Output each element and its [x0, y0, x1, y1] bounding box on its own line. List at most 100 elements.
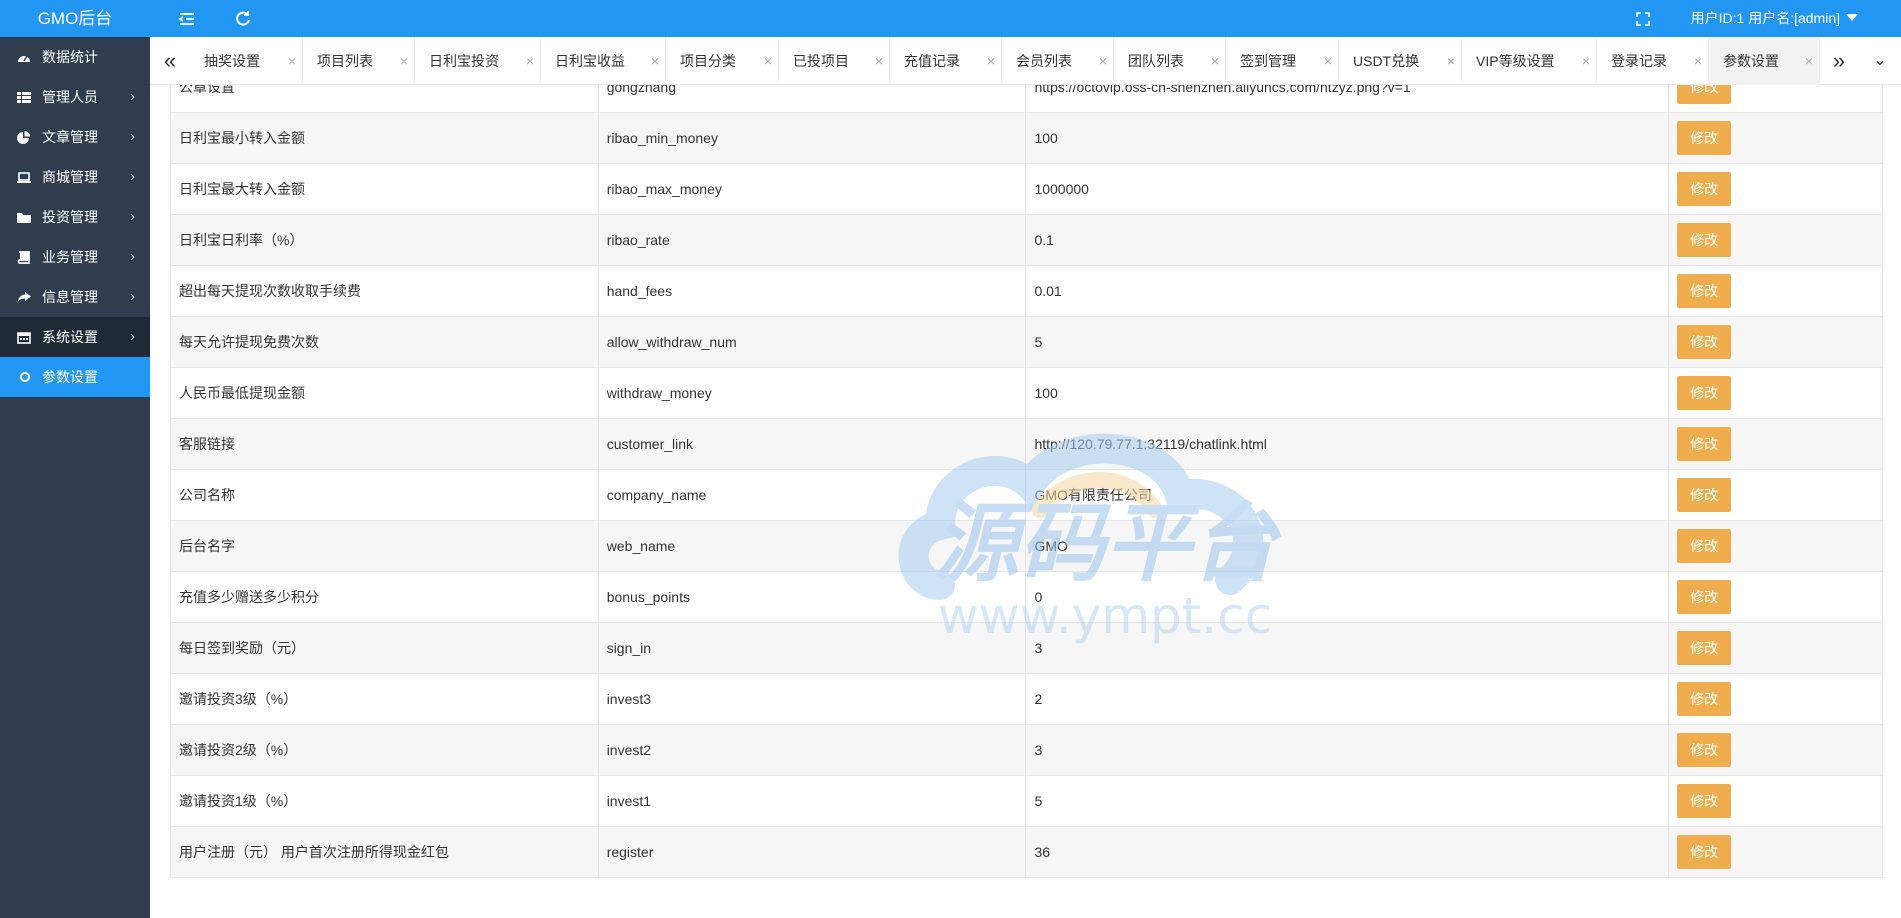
- tab-project-list[interactable]: 项目列表 ×: [303, 37, 415, 85]
- param-name-cell: 人民币最低提现金额: [170, 367, 599, 419]
- tab-ribao-invest[interactable]: 日利宝投资 ×: [415, 37, 541, 85]
- tab-menu-chevron-down-icon[interactable]: ⌄: [1859, 37, 1901, 85]
- close-icon[interactable]: ×: [526, 37, 534, 85]
- tab-invested-projects[interactable]: 已投项目 ×: [779, 37, 890, 85]
- action-cell: 修改: [1668, 367, 1883, 419]
- sidebar-item-admins[interactable]: 管理人员 ›: [0, 77, 150, 117]
- close-icon[interactable]: ×: [1447, 37, 1455, 85]
- tab-vip-level-settings[interactable]: VIP等级设置 ×: [1462, 37, 1597, 85]
- edit-button[interactable]: 修改: [1677, 376, 1732, 410]
- close-icon[interactable]: ×: [1694, 37, 1702, 85]
- sidebar-item-messages[interactable]: 信息管理 ›: [0, 277, 150, 317]
- edit-button[interactable]: 修改: [1677, 835, 1732, 869]
- sidebar-item-label: 商城管理: [42, 169, 98, 185]
- tab-label: 抽奖设置: [204, 53, 260, 69]
- table-row: 后台名字 web_name GMO 修改: [170, 520, 1883, 572]
- refresh-icon[interactable]: [233, 9, 253, 29]
- param-value-cell: 3: [1025, 622, 1670, 674]
- sidebar-item-label: 文章管理: [42, 129, 98, 145]
- tab-login-records[interactable]: 登录记录 ×: [1597, 37, 1709, 85]
- tab-lottery-settings[interactable]: 抽奖设置 ×: [190, 37, 303, 85]
- edit-button[interactable]: 修改: [1677, 325, 1732, 359]
- close-icon[interactable]: ×: [1324, 37, 1332, 85]
- sidebar-item-business[interactable]: 业务管理 ›: [0, 237, 150, 277]
- param-key-cell: ribao_min_money: [597, 112, 1027, 164]
- tab-signin-management[interactable]: 签到管理 ×: [1226, 37, 1339, 85]
- action-cell: 修改: [1668, 826, 1883, 878]
- action-cell: 修改: [1668, 265, 1883, 317]
- tab-recharge-records[interactable]: 充值记录 ×: [890, 37, 1002, 85]
- tab-scroll-right-icon[interactable]: »: [1819, 37, 1859, 85]
- sidebar-item-shop[interactable]: 商城管理 ›: [0, 157, 150, 197]
- table-row: 人民币最低提现金额 withdraw_money 100 修改: [170, 367, 1883, 419]
- edit-button[interactable]: 修改: [1677, 274, 1732, 308]
- tab-usdt-exchange[interactable]: USDT兑换 ×: [1339, 37, 1462, 85]
- table-row: 公司名称 company_name GMO有限责任公司 修改: [170, 469, 1883, 521]
- close-icon[interactable]: ×: [875, 37, 883, 85]
- param-name-cell: 后台名字: [170, 520, 599, 572]
- tab-parameter-settings[interactable]: 参数设置 ×: [1709, 37, 1820, 85]
- fullscreen-icon[interactable]: [1633, 9, 1653, 29]
- close-icon[interactable]: ×: [651, 37, 659, 85]
- pie-chart-icon: [17, 131, 31, 144]
- edit-button[interactable]: 修改: [1677, 223, 1732, 257]
- param-value-cell: 5: [1025, 316, 1670, 368]
- param-name-cell: 超出每天提现次数收取手续费: [170, 265, 599, 317]
- sidebar-item-label: 系统设置: [42, 329, 98, 345]
- tab-ribao-income[interactable]: 日利宝收益 ×: [541, 37, 666, 85]
- param-key-cell: invest3: [597, 673, 1027, 725]
- tab-label: VIP等级设置: [1476, 53, 1555, 69]
- close-icon[interactable]: ×: [764, 37, 772, 85]
- edit-button[interactable]: 修改: [1677, 85, 1732, 104]
- sidebar-item-parameter-settings[interactable]: 参数设置: [0, 357, 150, 397]
- folder-icon: [17, 211, 31, 224]
- sidebar-item-data-stats[interactable]: 数据统计: [0, 37, 150, 77]
- close-icon[interactable]: ×: [1582, 37, 1590, 85]
- sidebar-item-articles[interactable]: 文章管理 ›: [0, 117, 150, 157]
- table-row: 充值多少赠送多少积分 bonus_points 0 修改: [170, 571, 1883, 623]
- chevron-right-icon: ›: [130, 168, 135, 185]
- sidebar-item-system-settings[interactable]: 系统设置 ›: [0, 317, 150, 357]
- param-value-cell: https://octovip.oss-cn-shenzhen.aliyuncs…: [1025, 85, 1670, 113]
- sidebar-item-investment[interactable]: 投资管理 ›: [0, 197, 150, 237]
- close-icon[interactable]: ×: [987, 37, 995, 85]
- edit-button[interactable]: 修改: [1677, 682, 1732, 716]
- action-cell: 修改: [1668, 85, 1883, 113]
- sidebar: 数据统计 管理人员 › 文章管理 › 商城管理 › 投资管理 › 业务管理 › …: [0, 37, 150, 918]
- close-icon[interactable]: ×: [1805, 37, 1813, 85]
- param-name-cell: 每日签到奖励（元）: [170, 622, 599, 674]
- edit-button[interactable]: 修改: [1677, 427, 1732, 461]
- param-name-cell: 充值多少赠送多少积分: [170, 571, 599, 623]
- share-icon: [17, 291, 31, 304]
- menu-toggle-icon[interactable]: [177, 9, 197, 29]
- edit-button[interactable]: 修改: [1677, 121, 1732, 155]
- user-menu[interactable]: 用户ID:1 用户名:[admin]: [1691, 0, 1858, 37]
- tab-team-list[interactable]: 团队列表 ×: [1114, 37, 1226, 85]
- table-row: 每天允许提现免费次数 allow_withdraw_num 5 修改: [170, 316, 1883, 368]
- tab-member-list[interactable]: 会员列表 ×: [1002, 37, 1114, 85]
- edit-button[interactable]: 修改: [1677, 478, 1732, 512]
- edit-button[interactable]: 修改: [1677, 733, 1732, 767]
- edit-button[interactable]: 修改: [1677, 631, 1732, 665]
- param-value-cell: 1000000: [1025, 163, 1670, 215]
- close-icon[interactable]: ×: [1099, 37, 1107, 85]
- close-icon[interactable]: ×: [1211, 37, 1219, 85]
- edit-button[interactable]: 修改: [1677, 529, 1732, 563]
- sidebar-item-label: 数据统计: [42, 49, 98, 65]
- edit-button[interactable]: 修改: [1677, 784, 1732, 818]
- edit-button[interactable]: 修改: [1677, 580, 1732, 614]
- tab-label: 参数设置: [1723, 53, 1779, 69]
- edit-button[interactable]: 修改: [1677, 172, 1732, 206]
- close-icon[interactable]: ×: [400, 37, 408, 85]
- action-cell: 修改: [1668, 112, 1883, 164]
- close-icon[interactable]: ×: [288, 37, 296, 85]
- action-cell: 修改: [1668, 724, 1883, 776]
- action-cell: 修改: [1668, 418, 1883, 470]
- tab-list: 抽奖设置 × 项目列表 × 日利宝投资 × 日利宝收益 × 项目分类 × 已投项目 × 充值…: [190, 37, 1820, 85]
- table-row: 超出每天提现次数收取手续费 hand_fees 0.01 修改: [170, 265, 1883, 317]
- param-name-cell: 客服链接: [170, 418, 599, 470]
- tab-scroll-left-icon[interactable]: «: [150, 37, 190, 85]
- sidebar-item-label: 信息管理: [42, 289, 98, 305]
- tab-project-category[interactable]: 项目分类 ×: [666, 37, 779, 85]
- tab-label: 登录记录: [1611, 53, 1667, 69]
